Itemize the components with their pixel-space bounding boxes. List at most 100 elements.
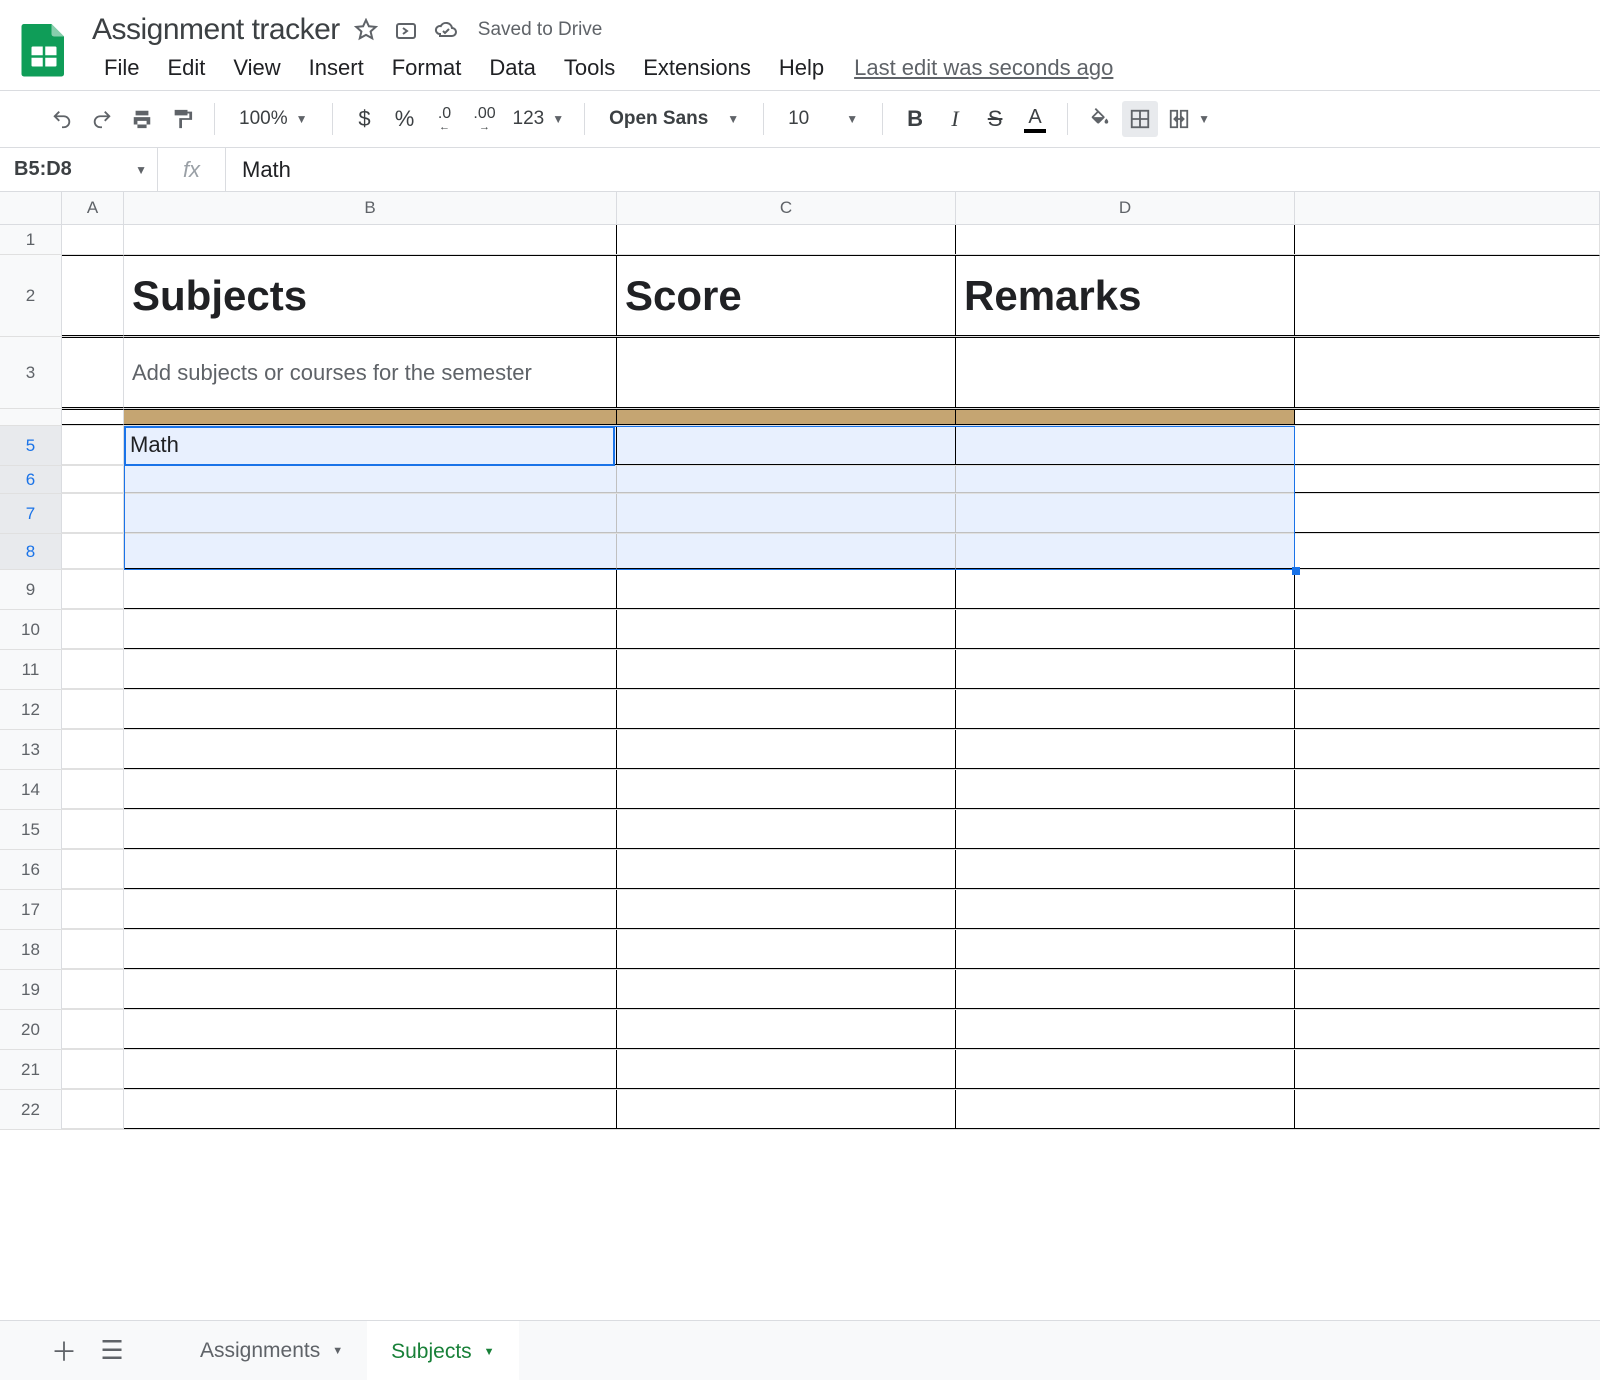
cell-A22[interactable] bbox=[62, 1090, 124, 1129]
cell-D20[interactable] bbox=[956, 1010, 1295, 1049]
sheets-app-icon[interactable] bbox=[14, 19, 74, 79]
merge-cells-icon[interactable]: ▼ bbox=[1162, 101, 1216, 137]
font-size-dropdown[interactable]: 10▼ bbox=[778, 101, 868, 137]
cell-A4[interactable] bbox=[62, 409, 124, 425]
cell-A6[interactable] bbox=[62, 466, 124, 493]
print-icon[interactable] bbox=[124, 101, 160, 137]
fill-color-icon[interactable] bbox=[1082, 101, 1118, 137]
name-box[interactable]: B5:D8▼ bbox=[0, 148, 158, 191]
cell-A3[interactable] bbox=[62, 337, 124, 408]
cell-C11[interactable] bbox=[617, 650, 956, 689]
format-percent[interactable]: % bbox=[387, 101, 423, 137]
cell-D21[interactable] bbox=[956, 1050, 1295, 1089]
cloud-saved-icon[interactable] bbox=[434, 18, 458, 42]
bold-icon[interactable]: B bbox=[897, 101, 933, 137]
col-header-D[interactable]: D bbox=[956, 192, 1295, 224]
document-title[interactable]: Assignment tracker bbox=[92, 13, 340, 47]
row-header-6[interactable]: 6 bbox=[0, 466, 62, 493]
row-header-8[interactable]: 8 bbox=[0, 534, 62, 569]
menu-tools[interactable]: Tools bbox=[552, 51, 627, 85]
cell-C20[interactable] bbox=[617, 1010, 956, 1049]
menu-file[interactable]: File bbox=[92, 51, 151, 85]
cell-B12[interactable] bbox=[124, 690, 617, 729]
format-currency[interactable]: $ bbox=[347, 101, 383, 137]
cell-D17[interactable] bbox=[956, 890, 1295, 929]
cell-A19[interactable] bbox=[62, 970, 124, 1009]
cell-B15[interactable] bbox=[124, 810, 617, 849]
tab-assignments[interactable]: Assignments▼ bbox=[176, 1321, 367, 1380]
row-header-21[interactable]: 21 bbox=[0, 1050, 62, 1089]
cell-B10[interactable] bbox=[124, 610, 617, 649]
row-header-5[interactable]: 5 bbox=[0, 426, 62, 465]
text-color-icon[interactable]: A bbox=[1017, 101, 1053, 137]
menu-format[interactable]: Format bbox=[380, 51, 474, 85]
all-sheets-icon[interactable]: ☰ bbox=[88, 1327, 136, 1375]
cell-B18[interactable] bbox=[124, 930, 617, 969]
cell-B6[interactable] bbox=[124, 466, 617, 493]
cell-C7[interactable] bbox=[617, 494, 956, 533]
cell-A10[interactable] bbox=[62, 610, 124, 649]
cell-D6[interactable] bbox=[956, 466, 1295, 493]
cell-C9[interactable] bbox=[617, 570, 956, 609]
cell-D13[interactable] bbox=[956, 730, 1295, 769]
col-header-A[interactable]: A bbox=[62, 192, 124, 224]
cell-A7[interactable] bbox=[62, 494, 124, 533]
cell-A16[interactable] bbox=[62, 850, 124, 889]
cell-C16[interactable] bbox=[617, 850, 956, 889]
cell-A11[interactable] bbox=[62, 650, 124, 689]
row-header-3[interactable]: 3 bbox=[0, 337, 62, 408]
cell-D14[interactable] bbox=[956, 770, 1295, 809]
cell-B17[interactable] bbox=[124, 890, 617, 929]
row-header-12[interactable]: 12 bbox=[0, 690, 62, 729]
cell-A18[interactable] bbox=[62, 930, 124, 969]
paint-format-icon[interactable] bbox=[164, 101, 200, 137]
tab-subjects[interactable]: Subjects▼ bbox=[367, 1321, 518, 1380]
cell-C5[interactable] bbox=[617, 426, 956, 465]
cell-B5[interactable]: Math bbox=[124, 426, 617, 465]
cell-B8[interactable] bbox=[124, 534, 617, 569]
cell-C8[interactable] bbox=[617, 534, 956, 569]
cell-B16[interactable] bbox=[124, 850, 617, 889]
select-all-corner[interactable] bbox=[0, 192, 62, 224]
row-header-7[interactable]: 7 bbox=[0, 494, 62, 533]
cell-A15[interactable] bbox=[62, 810, 124, 849]
undo-icon[interactable] bbox=[44, 101, 80, 137]
cell-D3[interactable] bbox=[956, 337, 1295, 408]
cell-C3[interactable] bbox=[617, 337, 956, 408]
row-header-22[interactable]: 22 bbox=[0, 1090, 62, 1129]
cell-B22[interactable] bbox=[124, 1090, 617, 1129]
star-icon[interactable] bbox=[354, 18, 378, 42]
move-icon[interactable] bbox=[394, 18, 418, 42]
cell-D12[interactable] bbox=[956, 690, 1295, 729]
cell-D1[interactable] bbox=[956, 225, 1295, 254]
cell-D22[interactable] bbox=[956, 1090, 1295, 1129]
menu-help[interactable]: Help bbox=[767, 51, 836, 85]
cell-B4[interactable] bbox=[124, 409, 617, 425]
row-header-2[interactable]: 2 bbox=[0, 255, 62, 336]
cell-C21[interactable] bbox=[617, 1050, 956, 1089]
cell-C14[interactable] bbox=[617, 770, 956, 809]
row-header-14[interactable]: 14 bbox=[0, 770, 62, 809]
formula-input[interactable]: Math bbox=[226, 148, 1600, 191]
cell-A14[interactable] bbox=[62, 770, 124, 809]
col-header-B[interactable]: B bbox=[124, 192, 617, 224]
row-header-17[interactable]: 17 bbox=[0, 890, 62, 929]
cell-B21[interactable] bbox=[124, 1050, 617, 1089]
cell-D8[interactable] bbox=[956, 534, 1295, 569]
cell-C6[interactable] bbox=[617, 466, 956, 493]
strikethrough-icon[interactable]: S bbox=[977, 101, 1013, 137]
last-edit-link[interactable]: Last edit was seconds ago bbox=[854, 55, 1113, 81]
cell-A13[interactable] bbox=[62, 730, 124, 769]
cell-A20[interactable] bbox=[62, 1010, 124, 1049]
borders-icon[interactable] bbox=[1122, 101, 1158, 137]
cell-C13[interactable] bbox=[617, 730, 956, 769]
row-header-13[interactable]: 13 bbox=[0, 730, 62, 769]
cell-B2[interactable]: Subjects bbox=[124, 255, 617, 336]
row-header-19[interactable]: 19 bbox=[0, 970, 62, 1009]
cell-B7[interactable] bbox=[124, 494, 617, 533]
cell-A12[interactable] bbox=[62, 690, 124, 729]
redo-icon[interactable] bbox=[84, 101, 120, 137]
row-header-1[interactable]: 1 bbox=[0, 225, 62, 254]
cell-D16[interactable] bbox=[956, 850, 1295, 889]
row-header-10[interactable]: 10 bbox=[0, 610, 62, 649]
